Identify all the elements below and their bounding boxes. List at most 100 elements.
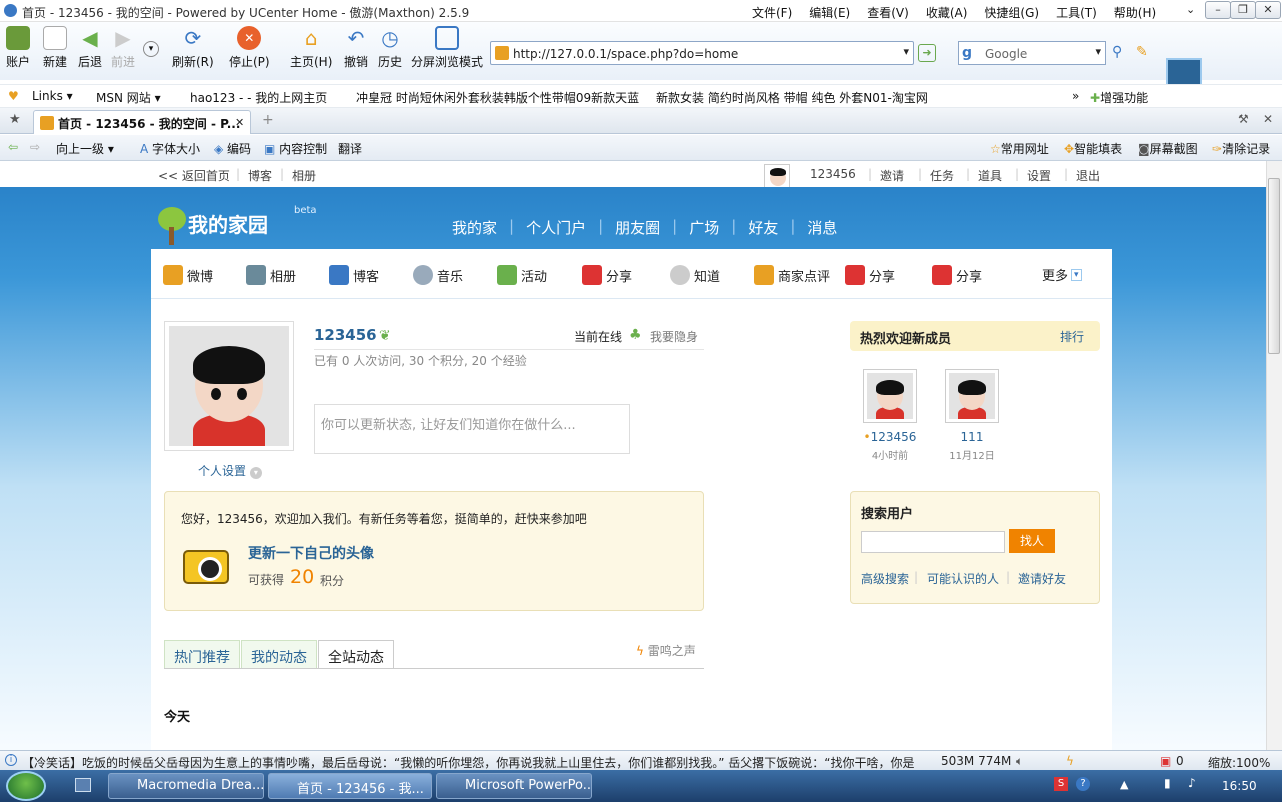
task-maxthon[interactable]: 首页 - 123456 - 我... xyxy=(268,773,432,799)
nav-friends[interactable]: 好友 xyxy=(748,217,778,238)
logout-link[interactable]: 退出 xyxy=(1076,167,1100,184)
subnav-share-1[interactable]: 分享 xyxy=(582,265,632,285)
minimize-button[interactable]: – xyxy=(1205,1,1231,19)
task-dreamweaver[interactable]: Macromedia Drea... xyxy=(108,773,264,799)
translate-button[interactable]: 翻译 xyxy=(338,140,362,157)
subnav-knowledge[interactable]: 知道 xyxy=(670,265,720,285)
menu-help[interactable]: 帮助(H) xyxy=(1114,4,1156,21)
tab-site-feed[interactable]: 全站动态 xyxy=(318,640,394,669)
enhance-button[interactable]: ✚增强功能 xyxy=(1090,89,1148,106)
search-icon[interactable]: ⚲ xyxy=(1112,44,1122,60)
find-user-button[interactable]: 找人 xyxy=(1009,529,1055,553)
go-button[interactable]: ➜ xyxy=(918,44,936,62)
status-input[interactable]: 你可以更新状态, 让好友们知道你在做什么... xyxy=(314,404,630,454)
profile-settings-link[interactable]: 个人设置 ▾ xyxy=(198,462,262,479)
tab-my-feed[interactable]: 我的动态 xyxy=(241,640,317,669)
font-size-button[interactable]: A 字体大小 xyxy=(140,140,200,157)
volume-icon[interactable]: 🔈︎ xyxy=(1016,754,1023,769)
ranking-link[interactable]: 排行 xyxy=(1060,328,1084,345)
search-box[interactable]: g Google ▾ xyxy=(958,41,1106,65)
network-icon[interactable]: ▮ xyxy=(1164,776,1171,790)
album-link[interactable]: 相册 xyxy=(292,167,316,184)
address-bar[interactable]: http://127.0.0.1/space.php?do=home ▾ xyxy=(490,41,914,65)
back-button[interactable]: ◀ 后退 xyxy=(78,26,102,70)
nav-friends-circle[interactable]: 朋友圈 xyxy=(615,217,660,238)
subnav-album[interactable]: 相册 xyxy=(246,265,296,285)
subnav-share-3[interactable]: 分享 xyxy=(932,265,982,285)
new-tab-button[interactable]: 新建 xyxy=(43,26,67,70)
subnav-blog[interactable]: 博客 xyxy=(329,265,379,285)
username-link[interactable]: 123456 xyxy=(810,167,856,181)
subnav-share-2[interactable]: 分享 xyxy=(845,265,895,285)
close-icon[interactable]: ✕ xyxy=(235,116,244,129)
common-sites-button[interactable]: ☆常用网址 xyxy=(990,140,1049,157)
volume-icon[interactable]: ♪ xyxy=(1188,776,1196,790)
member-card[interactable]: 111 11月12日 xyxy=(945,369,999,462)
chevron-down-icon[interactable]: ▾ xyxy=(903,45,909,58)
blog-link[interactable]: 博客 xyxy=(248,167,272,184)
lightning-icon[interactable]: ϟ xyxy=(1066,754,1074,768)
settings-link[interactable]: 设置 xyxy=(1027,167,1051,184)
menu-view[interactable]: 查看(V) xyxy=(867,4,909,21)
chevron-up-icon[interactable]: ▲ xyxy=(1120,778,1128,791)
autofill-button[interactable]: ✥智能填表 xyxy=(1064,140,1122,157)
forward-arrow-icon[interactable]: ⇨ xyxy=(30,140,40,154)
back-home-link[interactable]: << 返回首页 xyxy=(158,167,230,184)
tab-active[interactable]: 首页 - 123456 - 我的空间 - P... ✕ xyxy=(33,110,251,134)
clear-history-button[interactable]: ✑清除记录 xyxy=(1212,140,1270,157)
chevron-down-icon[interactable]: ⌄ xyxy=(1186,3,1195,16)
search-input[interactable]: Google xyxy=(985,47,1027,61)
clock[interactable]: 16:50 xyxy=(1222,779,1257,793)
dropdown-button[interactable]: ▾ xyxy=(143,40,159,57)
content-control-button[interactable]: ▣ 内容控制 xyxy=(264,140,327,157)
bookmark-item-5[interactable]: 新款女装 简约时尚风格 带帽 纯色 外套N01-淘宝网 xyxy=(656,89,928,106)
block-icon[interactable]: ▣ xyxy=(1160,754,1171,768)
menu-file[interactable]: 文件(F) xyxy=(752,4,792,21)
zoom-level[interactable]: 缩放:100% xyxy=(1208,754,1270,770)
props-link[interactable]: 道具 xyxy=(978,167,1002,184)
site-logo[interactable]: 我的家园 xyxy=(188,209,268,238)
maximize-button[interactable]: ❐ xyxy=(1230,1,1256,19)
bookmark-item-4[interactable]: 冲皇冠 时尚短休闲外套秋装韩版个性带帽09新款天蓝 xyxy=(356,89,639,106)
nav-plaza[interactable]: 广场 xyxy=(689,217,719,238)
nav-portal[interactable]: 个人门户 xyxy=(526,217,586,238)
start-button[interactable] xyxy=(6,771,46,801)
refresh-button[interactable]: ⟳ 刷新(R) xyxy=(172,26,214,70)
nav-messages[interactable]: 消息 xyxy=(807,217,837,238)
ime-icon[interactable]: S xyxy=(1054,777,1068,791)
member-name[interactable]: 123456 xyxy=(871,430,917,444)
favorites-icon[interactable]: ♥ xyxy=(8,89,19,103)
profile-username[interactable]: 123456 xyxy=(314,326,377,344)
show-desktop-icon[interactable] xyxy=(75,778,91,792)
close-tab-icon[interactable]: ✕ xyxy=(1263,112,1273,126)
wrench-icon[interactable]: ⚒ xyxy=(1238,112,1249,126)
tasks-link[interactable]: 任务 xyxy=(930,167,954,184)
invite-link[interactable]: 邀请 xyxy=(880,167,904,184)
account-button[interactable]: 账户 xyxy=(6,26,30,70)
back-arrow-icon[interactable]: ⇦ xyxy=(8,140,18,154)
menu-edit[interactable]: 编辑(E) xyxy=(809,4,850,21)
encoding-button[interactable]: ◈ 编码 xyxy=(214,140,251,157)
subnav-more[interactable]: 更多 ▾ xyxy=(1042,265,1082,284)
scrollbar-thumb[interactable] xyxy=(1268,178,1280,354)
menu-favorites[interactable]: 收藏(A) xyxy=(926,4,968,21)
new-tab-icon[interactable]: + xyxy=(262,112,274,128)
star-icon[interactable]: ★ xyxy=(9,112,21,127)
close-button[interactable]: ✕ xyxy=(1255,1,1281,19)
go-invisible-link[interactable]: 我要隐身 xyxy=(650,328,698,345)
address-text[interactable]: http://127.0.0.1/space.php?do=home xyxy=(513,47,738,61)
subnav-reviews[interactable]: 商家点评 xyxy=(754,265,830,285)
menu-groups[interactable]: 快捷组(G) xyxy=(984,4,1039,21)
subnav-weibo[interactable]: 微博 xyxy=(163,265,213,285)
advanced-search-link[interactable]: 高级搜索 xyxy=(861,570,909,587)
update-avatar-link[interactable]: 更新一下自己的头像 xyxy=(248,543,374,563)
invite-friends-link[interactable]: 邀请好友 xyxy=(1018,570,1066,587)
bookmark-hao123[interactable]: hao123 - - 我的上网主页 xyxy=(190,89,327,106)
subnav-events[interactable]: 活动 xyxy=(497,265,547,285)
screenshot-button[interactable]: ◙屏幕截图 xyxy=(1138,140,1198,157)
stop-button[interactable]: ✕ 停止(P) xyxy=(229,26,270,70)
member-card[interactable]: •123456 4小时前 xyxy=(863,369,917,462)
menu-tools[interactable]: 工具(T) xyxy=(1056,4,1097,21)
news-ticker[interactable]: 【冷笑话】吃饭的时候岳父岳母因为生意上的事情吵嘴，最后岳母说：“我懒的听你埋怨，… xyxy=(22,754,932,770)
tab-hot-recommend[interactable]: 热门推荐 xyxy=(164,640,240,669)
